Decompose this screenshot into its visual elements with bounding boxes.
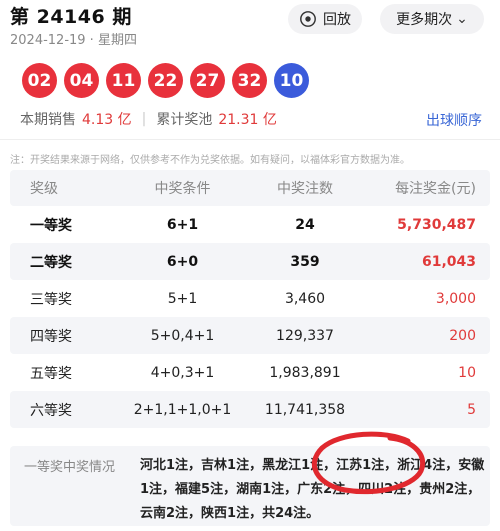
red-ball: 02 bbox=[22, 63, 57, 98]
table-header: 奖级 中奖条件 中奖注数 每注奖金(元) bbox=[10, 170, 490, 206]
prize-condition: 5+1 bbox=[167, 290, 198, 307]
prize-condition: 4+0,3+1 bbox=[150, 364, 215, 381]
header-count: 中奖注数 bbox=[277, 181, 333, 197]
table-row: 四等奖 5+0,4+1 129,337 200 bbox=[10, 317, 490, 354]
winner-count: 3,460 bbox=[284, 290, 326, 307]
red-ball: 27 bbox=[190, 63, 225, 98]
ball-order-link[interactable]: 出球顺序 bbox=[426, 110, 482, 130]
table-row: 五等奖 4+0,3+1 1,983,891 10 bbox=[10, 354, 490, 391]
winner-count: 129,337 bbox=[276, 327, 334, 344]
winner-count: 24 bbox=[295, 216, 315, 233]
red-ball: 32 bbox=[232, 63, 267, 98]
prize-condition: 6+0 bbox=[166, 253, 199, 270]
prize-level: 二等奖 bbox=[30, 254, 72, 271]
replay-button[interactable]: 回放 bbox=[288, 4, 362, 34]
prize-amount: 10 bbox=[458, 364, 476, 381]
prize-condition: 5+0,4+1 bbox=[150, 327, 215, 344]
prize-level: 五等奖 bbox=[30, 365, 72, 382]
prize-level: 六等奖 bbox=[30, 402, 72, 419]
separator: | bbox=[141, 111, 147, 127]
more-issues-label: 更多期次 bbox=[396, 12, 453, 28]
header-prize: 每注奖金(元) bbox=[395, 181, 476, 197]
replay-icon bbox=[300, 11, 316, 27]
sales-label: 本期销售 bbox=[20, 112, 76, 128]
prize-amount: 5,730,487 bbox=[397, 216, 476, 233]
more-issues-button[interactable]: 更多期次 ⌄ bbox=[380, 4, 484, 34]
winner-count: 359 bbox=[290, 253, 320, 270]
divider bbox=[0, 139, 500, 140]
table-row: 一等奖 6+1 24 5,730,487 bbox=[10, 206, 490, 243]
table-row: 六等奖 2+1,1+1,0+1 11,741,358 5 bbox=[10, 391, 490, 428]
pool-label: 累计奖池 bbox=[156, 112, 213, 128]
winning-numbers: 02 04 11 22 27 32 10 bbox=[22, 63, 316, 99]
sales-summary: 本期销售 4.13 亿 | 累计奖池 21.31 亿 出球顺序 bbox=[20, 108, 482, 130]
header-level: 奖级 bbox=[30, 181, 58, 197]
prize-amount: 61,043 bbox=[421, 253, 476, 270]
prize-amount: 3,000 bbox=[435, 290, 476, 307]
red-ball: 11 bbox=[106, 63, 141, 98]
prize-condition: 6+1 bbox=[166, 216, 199, 233]
red-ball: 22 bbox=[148, 63, 183, 98]
disclaimer-note: 注：开奖结果来源于网络，仅供参考不作为兑奖依据。如有疑问，以福体彩官方数据为准。 bbox=[10, 155, 410, 166]
draw-header: 第 24146 期 2024-12-19 · 星期四 回放 更多期次 ⌄ 02 … bbox=[0, 0, 500, 102]
blue-ball: 10 bbox=[274, 63, 309, 98]
sales-value: 4.13 亿 bbox=[82, 112, 132, 128]
draw-date: 2024-12-19 · 星期四 bbox=[10, 33, 137, 48]
chevron-down-icon: ⌄ bbox=[456, 11, 468, 27]
first-prize-winners: 一等奖中奖情况 河北1注，吉林1注，黑龙江1注，江苏1注，浙江4注，安徽1注，福… bbox=[10, 446, 490, 526]
prize-level: 一等奖 bbox=[30, 217, 72, 234]
winner-count: 1,983,891 bbox=[269, 364, 341, 381]
issue-title: 第 24146 期 bbox=[10, 6, 132, 28]
winners-label: 一等奖中奖情况 bbox=[24, 460, 116, 475]
prize-amount: 200 bbox=[449, 327, 476, 344]
pool-value: 21.31 亿 bbox=[218, 112, 277, 128]
replay-label: 回放 bbox=[323, 12, 351, 28]
prize-level: 三等奖 bbox=[30, 291, 72, 308]
red-ball: 04 bbox=[64, 63, 99, 98]
prize-amount: 5 bbox=[467, 401, 476, 418]
table-row: 三等奖 5+1 3,460 3,000 bbox=[10, 280, 490, 317]
winners-list: 河北1注，吉林1注，黑龙江1注，江苏1注，浙江4注，安徽1注，福建5注，湖南1注… bbox=[140, 458, 485, 521]
winner-count: 11,741,358 bbox=[264, 401, 346, 418]
prize-table: 奖级 中奖条件 中奖注数 每注奖金(元) 一等奖 6+1 24 5,730,48… bbox=[10, 170, 490, 428]
prize-level: 四等奖 bbox=[30, 328, 72, 345]
prize-condition: 2+1,1+1,0+1 bbox=[133, 401, 232, 418]
table-row: 二等奖 6+0 359 61,043 bbox=[10, 243, 490, 280]
header-condition: 中奖条件 bbox=[154, 181, 211, 197]
